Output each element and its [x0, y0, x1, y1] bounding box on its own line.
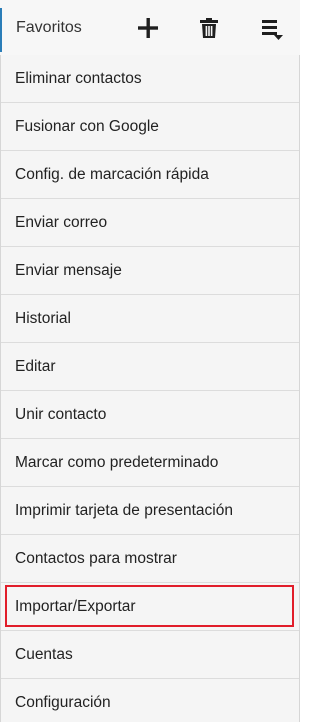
menu-item-config-marcacion-rapida[interactable]: Config. de marcación rápida: [1, 151, 299, 199]
overflow-menu-icon[interactable]: [252, 8, 292, 48]
menu-item-enviar-mensaje[interactable]: Enviar mensaje: [1, 247, 299, 295]
screen: Favoritos Eliminar contactos Fusionar co…: [0, 0, 300, 722]
menu-list: Eliminar contactos Fusionar con Google C…: [1, 55, 299, 722]
tab-favorites-label: Favoritos: [16, 18, 82, 36]
menu-item-enviar-correo[interactable]: Enviar correo: [1, 199, 299, 247]
menu-item-editar[interactable]: Editar: [1, 343, 299, 391]
tab-favorites[interactable]: Favoritos: [10, 0, 88, 55]
menu-item-eliminar-contactos[interactable]: Eliminar contactos: [1, 55, 299, 103]
tab-indicator: [0, 8, 2, 52]
menu-item-fusionar-con-google[interactable]: Fusionar con Google: [1, 103, 299, 151]
delete-icon[interactable]: [189, 8, 229, 48]
overflow-menu: Eliminar contactos Fusionar con Google C…: [0, 55, 300, 722]
menu-item-contactos-para-mostrar[interactable]: Contactos para mostrar: [1, 535, 299, 583]
menu-item-historial[interactable]: Historial: [1, 295, 299, 343]
add-icon[interactable]: [128, 8, 168, 48]
menu-item-imprimir-tarjeta[interactable]: Imprimir tarjeta de presentación: [1, 487, 299, 535]
menu-item-cuentas[interactable]: Cuentas: [1, 631, 299, 679]
menu-item-unir-contacto[interactable]: Unir contacto: [1, 391, 299, 439]
action-bar: Favoritos: [0, 0, 300, 55]
menu-item-importar-exportar[interactable]: Importar/Exportar: [1, 583, 299, 631]
menu-item-marcar-predeterminado[interactable]: Marcar como predeterminado: [1, 439, 299, 487]
menu-item-configuracion[interactable]: Configuración: [1, 679, 299, 722]
